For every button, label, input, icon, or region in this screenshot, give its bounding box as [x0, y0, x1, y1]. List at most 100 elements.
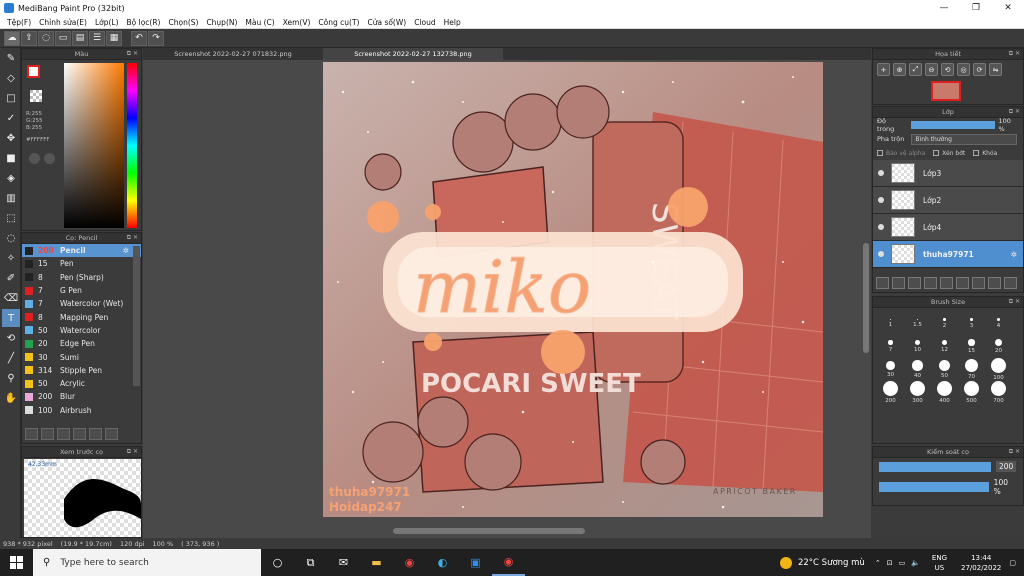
chrome-icon[interactable]: ◉	[393, 549, 426, 576]
undo-icon[interactable]: ↶	[131, 30, 147, 46]
menu-window[interactable]: Cửa sổ(W)	[363, 18, 410, 27]
copy-brush-button[interactable]	[73, 428, 86, 440]
clipping-checkbox[interactable]	[933, 150, 940, 156]
menu-edit[interactable]: Chỉnh sửa(E)	[35, 18, 91, 27]
brush-item[interactable]: 314 Stipple Pen	[22, 364, 141, 377]
eraser-tool-icon[interactable]: ◇	[2, 69, 20, 87]
brush-item[interactable]: 7 G Pen	[22, 284, 141, 297]
page-icon[interactable]: ▤	[72, 30, 88, 46]
rotate-left-icon[interactable]: ⟲	[941, 63, 954, 76]
close-button[interactable]: ✕	[992, 0, 1024, 16]
rect-tool-icon[interactable]: □	[2, 89, 20, 107]
blend-mode-select[interactable]: Bình thường	[911, 133, 1018, 145]
merge-layer-button[interactable]	[972, 277, 985, 289]
list-icon[interactable]: ☰	[89, 30, 105, 46]
brush-item[interactable]: 200 Pencil ✲	[22, 244, 141, 258]
brush-size-value[interactable]: 200	[996, 461, 1017, 472]
layer-item[interactable]: Lớp3	[873, 160, 1023, 187]
transparent-color-swatch[interactable]	[30, 90, 42, 102]
artwork-canvas[interactable]: SWEAT POCARI SWEET miko	[323, 62, 823, 517]
layer-item[interactable]: Lớp2	[873, 187, 1023, 214]
brush-size-preset[interactable]: 12	[931, 335, 958, 358]
weather-widget[interactable]: 22°C Sương mù	[779, 556, 865, 569]
brush-tool-icon[interactable]: ✎	[2, 49, 20, 67]
brush-size-preset[interactable]: 4	[985, 312, 1012, 335]
layer-visibility-icon[interactable]	[878, 170, 884, 176]
tray-chevron-icon[interactable]: ⌃	[875, 559, 881, 567]
redo-icon[interactable]: ↷	[148, 30, 164, 46]
layer-folder-button[interactable]	[940, 277, 953, 289]
layer-item[interactable]: Lớp4	[873, 214, 1023, 241]
layer-visibility-icon[interactable]	[878, 251, 884, 257]
brush-size-preset[interactable]: 7	[877, 335, 904, 358]
brush-size-preset[interactable]: 30	[877, 358, 904, 381]
palette-icon[interactable]	[29, 153, 40, 164]
brush-item[interactable]: 200 Blur	[22, 390, 141, 403]
minimize-button[interactable]: —	[928, 0, 960, 16]
panel-options-icon[interactable]: ⧉ ✕	[1009, 50, 1020, 58]
tab-document-1[interactable]: Screenshot 2022-02-27 071832.png	[143, 48, 323, 60]
hue-slider[interactable]	[127, 63, 137, 228]
gradient-tool-icon[interactable]: ▥	[2, 189, 20, 207]
medibang-taskbar-icon[interactable]: ◉	[492, 549, 525, 576]
tab-document-2[interactable]: Screenshot 2022-02-27 132738.png	[323, 48, 503, 60]
notification-icon[interactable]: ▢	[1009, 559, 1016, 567]
fill-rect-tool-icon[interactable]: ■	[2, 149, 20, 167]
zoom-plus-icon[interactable]: ⊕	[893, 63, 906, 76]
new-8bit-layer-button[interactable]	[908, 277, 921, 289]
panel-options-icon[interactable]: ⧉ ✕	[1009, 108, 1020, 116]
divide-tool-icon[interactable]: ╱	[2, 349, 20, 367]
start-button[interactable]	[0, 549, 33, 576]
panel-options-icon[interactable]: ⧉ ✕	[127, 234, 138, 242]
select-tool-icon[interactable]: ⬚	[2, 209, 20, 227]
duplicate-layer-button[interactable]	[956, 277, 969, 289]
layer-settings-icon[interactable]: ✲	[1011, 250, 1017, 259]
grid-icon[interactable]: ▦	[106, 30, 122, 46]
brush-size-preset[interactable]: 10	[904, 335, 931, 358]
lock-checkbox[interactable]	[973, 150, 980, 156]
brush-size-preset[interactable]: 700	[985, 381, 1012, 404]
menu-color[interactable]: Màu (C)	[241, 18, 278, 27]
brush-menu-button[interactable]	[57, 428, 70, 440]
layer-menu-button[interactable]	[924, 277, 937, 289]
foreground-color-swatch[interactable]	[27, 65, 40, 78]
menu-snap[interactable]: Chụp(N)	[202, 18, 241, 27]
navigator-thumbnail[interactable]	[931, 81, 961, 101]
brush-item[interactable]: 30 Sumi	[22, 350, 141, 363]
brush-list-scrollbar[interactable]	[133, 246, 140, 386]
edge-icon[interactable]: ◐	[426, 549, 459, 576]
brush-item[interactable]: 8 Pen (Sharp)	[22, 271, 141, 284]
volume-icon[interactable]: 🔈	[911, 559, 920, 567]
new-layer-button[interactable]	[876, 277, 889, 289]
rotate-reset-icon[interactable]: ◎	[957, 63, 970, 76]
brush-size-preset[interactable]: 3	[958, 312, 985, 335]
color-wheel-icon[interactable]	[44, 153, 55, 164]
flip-icon[interactable]: ⇋	[989, 63, 1002, 76]
brush-opacity-slider[interactable]	[879, 482, 989, 492]
brush-size-preset[interactable]: 1.5	[904, 312, 931, 335]
upload-icon[interactable]: ⇪	[21, 30, 37, 46]
brush-size-preset[interactable]: 20	[985, 335, 1012, 358]
cloud-icon[interactable]: ☁	[4, 30, 20, 46]
brush-size-preset[interactable]: 200	[877, 381, 904, 404]
delete-layer-button[interactable]	[1004, 277, 1017, 289]
fit-icon[interactable]: ⤢	[909, 63, 922, 76]
new-brush-button[interactable]	[41, 428, 54, 440]
menu-file[interactable]: Tệp(F)	[3, 18, 35, 27]
comment-icon[interactable]: ◌	[38, 30, 54, 46]
file-explorer-icon[interactable]: ▬	[360, 549, 393, 576]
eyedropper-tool-icon[interactable]: ⚲	[2, 369, 20, 387]
brush-item[interactable]: 8 Mapping Pen	[22, 310, 141, 323]
bucket-tool-icon[interactable]: ◈	[2, 169, 20, 187]
panel-options-icon[interactable]: ⧉ ✕	[1009, 298, 1020, 306]
zalo-icon[interactable]: ▣	[459, 549, 492, 576]
saturation-value-picker[interactable]	[64, 63, 124, 228]
duplicate-button[interactable]	[105, 428, 118, 440]
menu-layer[interactable]: Lớp(L)	[91, 18, 123, 27]
protect-alpha-checkbox[interactable]	[877, 150, 883, 156]
maximize-button[interactable]: ❐	[960, 0, 992, 16]
menu-tools[interactable]: Công cụ(T)	[314, 18, 363, 27]
brush-size-preset[interactable]: 2	[931, 312, 958, 335]
rotate-right-icon[interactable]: ⟳	[973, 63, 986, 76]
mail-icon[interactable]: ✉	[327, 549, 360, 576]
